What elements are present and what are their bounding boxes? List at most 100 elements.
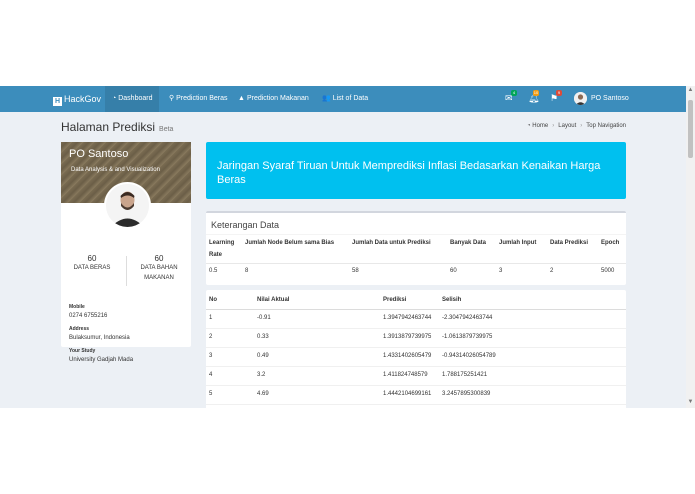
divider: [206, 328, 626, 329]
profile-avatar: [104, 182, 151, 229]
table-header-jumlah-node: Jumlah Node Belum sama Bias: [245, 240, 335, 246]
info-value-address: Bulaksumur, Indonesia: [69, 335, 130, 341]
breadcrumb: ◔ Home › Layout › Top Navigation: [527, 123, 626, 129]
table-cell: 3: [499, 268, 503, 274]
page-title: Halaman Prediksi Beta: [61, 120, 173, 134]
info-label-mobile: Mobile: [69, 304, 85, 310]
divider: [206, 234, 626, 235]
table-cell: -0.91: [257, 315, 271, 321]
info-label-study: Your Study: [69, 348, 96, 354]
table-header-selisih: Selisih: [442, 297, 462, 303]
dashboard-icon: ◔: [526, 123, 531, 129]
brand-logo[interactable]: H HackGov: [53, 86, 101, 112]
info-label-address: Address: [69, 326, 90, 332]
breadcrumb-separator: ›: [552, 123, 555, 129]
breadcrumb-separator: ›: [580, 123, 583, 129]
table-cell: 2: [550, 268, 554, 274]
keterangan-data-box: Keterangan Data Learning Rate Jumlah Nod…: [206, 211, 626, 285]
nav-list-of-data[interactable]: 👥 List of Data: [315, 86, 375, 112]
table-header-prediksi: Prediksi: [383, 297, 407, 303]
table-cell: 5: [209, 391, 213, 397]
table-cell: 1: [209, 315, 213, 321]
table-cell: 3.2: [257, 372, 266, 378]
users-icon: 👥: [322, 95, 331, 102]
nav-prediction-beras-label: Prediction Beras: [176, 95, 228, 102]
table-cell: 58: [352, 268, 359, 274]
callout-text: Jaringan Syaraf Tiruan Untuk Memprediksi…: [217, 160, 601, 186]
divider: [206, 404, 626, 405]
page-subtitle: Beta: [159, 126, 174, 133]
messages-badge: 4: [511, 90, 517, 96]
table-cell: 0.33: [257, 334, 269, 340]
table-header-banyak-data: Banyak Data: [450, 240, 487, 246]
nav-prediction-makanan[interactable]: ▲ Prediction Makanan: [231, 86, 316, 112]
stat-label: DATA BAHAN MAKANAN: [140, 265, 178, 281]
stat-label: DATA BERAS: [73, 265, 111, 271]
nav-prediction-makanan-label: Prediction Makanan: [246, 95, 309, 102]
user-avatar-small[interactable]: [574, 92, 587, 105]
nav-dashboard-label: Dashboard: [118, 95, 153, 102]
table-cell: 3.2457895300839: [442, 391, 491, 397]
table-cell: 1.3913879739975: [383, 334, 432, 340]
table-cell: 1.788175251421: [442, 372, 488, 378]
divider: [206, 347, 626, 348]
table-header-nilai-aktual: Nilai Aktual: [257, 297, 290, 303]
table-header-jumlah-input: Jumlah Input: [499, 240, 537, 246]
user-name[interactable]: PO Santoso: [591, 86, 629, 112]
scrollbar-thumb[interactable]: [688, 100, 693, 158]
table-cell: 3: [209, 353, 213, 359]
box-title: Keterangan Data: [211, 220, 280, 230]
breadcrumb-home[interactable]: Home: [532, 123, 548, 129]
divider: [206, 263, 626, 264]
table-cell: -1.0613879739975: [442, 334, 493, 340]
table-cell: 2: [209, 334, 213, 340]
table-cell: 4.69: [257, 391, 269, 397]
stat-divider: [126, 256, 127, 286]
dashboard-icon: ◔: [112, 95, 117, 102]
table-cell: 1.4442104699161: [383, 391, 432, 397]
stat-value: 60: [87, 254, 97, 263]
divider: [206, 366, 626, 367]
table-cell: 4: [209, 372, 213, 378]
scroll-down-arrow-icon[interactable]: ▼: [687, 399, 694, 406]
vertical-scrollbar[interactable]: ▲ ▼: [686, 86, 695, 408]
table-cell: 0.5: [209, 268, 218, 274]
divider: [206, 385, 626, 386]
table-header-data-prediksi: Data Prediksi: [550, 240, 589, 246]
table-header-jumlah-data: Jumlah Data untuk Prediksi: [352, 240, 431, 246]
map-marker-icon: ⚲: [169, 95, 175, 102]
profile-role: Data Analysis & and Visualization: [71, 167, 160, 173]
stat-value: 60: [154, 254, 164, 263]
tasks-badge: 9: [556, 90, 562, 96]
nav-prediction-beras[interactable]: ⚲ Prediction Beras: [162, 86, 235, 112]
brand-name: HackGov: [64, 94, 102, 104]
table-header-epoch: Epoch: [601, 240, 620, 246]
app-window: H HackGov ◔ Dashboard ⚲ Prediction Beras ▲ P…: [0, 86, 686, 408]
stat-data-bahan-makanan: 60 DATA BAHAN MAKANAN: [131, 254, 187, 283]
table-cell: 1.3947942463744: [383, 315, 432, 321]
table-cell: 1.4331402605479: [383, 353, 432, 359]
table-cell: 60: [450, 268, 457, 274]
notifications-badge: 10: [533, 90, 539, 96]
nav-list-of-data-label: List of Data: [332, 95, 369, 102]
stat-data-beras: 60 DATA BERAS: [64, 254, 120, 273]
scroll-up-arrow-icon[interactable]: ▲: [687, 87, 694, 94]
table-cell: 5000: [601, 268, 615, 274]
table-cell: -2.3047942463744: [442, 315, 493, 321]
top-navbar: H HackGov ◔ Dashboard ⚲ Prediction Beras ▲ P…: [0, 86, 686, 112]
table-cell: -0.94314026054789: [442, 353, 496, 359]
table-cell: 8: [245, 268, 249, 274]
info-callout: Jaringan Syaraf Tiruan Untuk Memprediksi…: [206, 142, 626, 199]
table-header-no: No: [209, 297, 217, 303]
profile-card: PO Santoso Data Analysis & and Visualiza…: [61, 142, 191, 363]
breadcrumb-layout[interactable]: Layout: [558, 123, 576, 129]
results-table-box: No Nilai Aktual Prediksi Selisih 1 -0.91…: [206, 290, 626, 408]
nav-dashboard[interactable]: ◔ Dashboard: [105, 86, 160, 112]
table-header-learning-rate: Learning Rate: [209, 240, 235, 258]
info-value-study: University Gadjah Mada: [69, 357, 134, 363]
table-cell: 0.49: [257, 353, 269, 359]
divider: [206, 309, 626, 310]
area-chart-icon: ▲: [238, 95, 245, 102]
info-value-mobile: 0274 6755216: [69, 313, 108, 319]
profile-name: PO Santoso: [69, 148, 129, 160]
